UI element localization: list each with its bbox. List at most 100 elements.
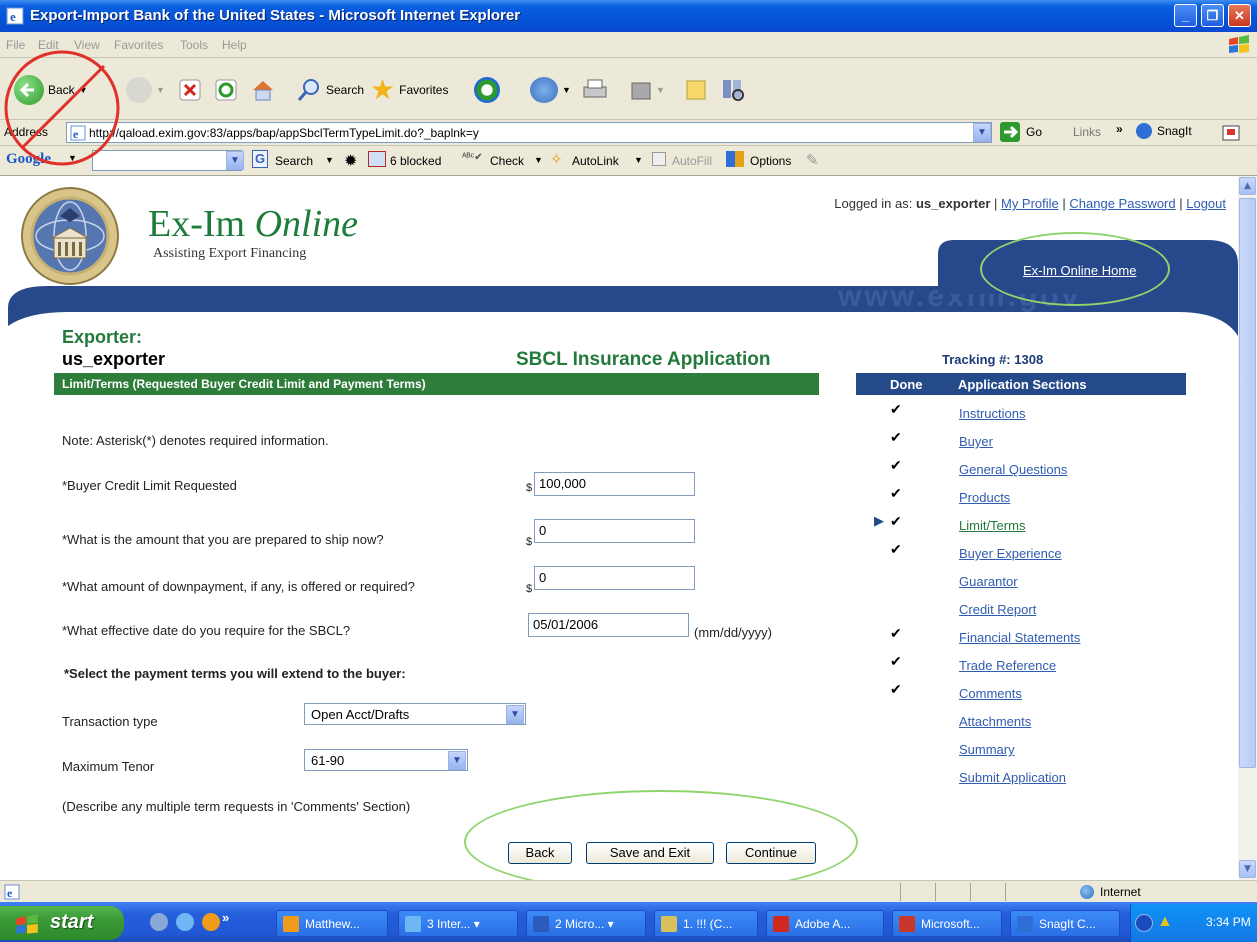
section-row: ✔ Financial Statements [858, 623, 1188, 651]
address-input[interactable]: http://qaload.exim.gov:83/apps/bap/appSb… [66, 122, 992, 143]
start-button[interactable]: start [0, 906, 124, 940]
news-icon[interactable]: ✹ [344, 151, 357, 171]
clock[interactable]: 3:34 PM [1206, 915, 1251, 929]
check-button[interactable]: Check [490, 154, 524, 168]
chevron-down-icon[interactable]: ▼ [448, 751, 466, 770]
options-button[interactable]: Options [750, 154, 791, 168]
taskbar-item[interactable]: 2 Micro... ▾ [526, 910, 646, 937]
chevron-right-icon[interactable]: » [222, 910, 229, 925]
max-tenor-select[interactable]: 61-90 ▼ [304, 749, 468, 771]
menu-help[interactable]: Help [222, 38, 247, 52]
currency-symbol: $ [526, 536, 533, 548]
logout-link[interactable]: Logout [1186, 196, 1226, 211]
section-link[interactable]: Submit Application [959, 770, 1066, 785]
section-link[interactable]: Guarantor [959, 574, 1018, 589]
vertical-scrollbar[interactable]: ▲ ▼ [1238, 176, 1257, 880]
home-button[interactable] [250, 76, 276, 104]
edit-icon [631, 82, 651, 100]
section-link[interactable]: Instructions [959, 406, 1025, 421]
minimize-button[interactable]: _ [1174, 4, 1197, 27]
autolink-button[interactable]: AutoLink [572, 154, 619, 168]
star-icon: ★ [370, 74, 396, 105]
my-profile-link[interactable]: My Profile [1001, 196, 1059, 211]
quick-launch-icon[interactable] [202, 913, 220, 931]
task-label: Adobe A... [795, 917, 851, 931]
svg-text:e: e [7, 886, 13, 900]
transaction-type-label: Transaction type [62, 714, 158, 729]
history-button[interactable] [474, 76, 500, 104]
google-search-button[interactable]: Search [275, 154, 313, 168]
task-label: 3 Inter... [427, 917, 471, 931]
section-row: Submit Application [858, 763, 1188, 791]
chevron-down-icon[interactable]: ▼ [534, 155, 543, 165]
mail-button[interactable]: ▼ [530, 76, 571, 104]
taskbar-item[interactable]: Adobe A... [766, 910, 884, 937]
chevron-down-icon[interactable]: ▼ [325, 155, 334, 165]
forward-button[interactable]: ▼ [126, 76, 165, 104]
alert-icon[interactable]: ▲ [1157, 913, 1173, 931]
notes-button[interactable] [684, 76, 708, 104]
change-password-link[interactable]: Change Password [1069, 196, 1175, 211]
multiple-terms-note: (Describe any multiple term requests in … [62, 799, 411, 814]
scroll-down-arrow[interactable]: ▼ [1239, 860, 1256, 878]
address-dropdown[interactable]: ▼ [973, 123, 991, 142]
section-link[interactable]: Buyer Experience [959, 546, 1062, 561]
edit-button[interactable]: ▼ [630, 76, 665, 104]
chevron-down-icon[interactable]: ▼ [634, 155, 643, 165]
close-button[interactable]: ✕ [1228, 4, 1251, 27]
taskbar-item[interactable]: Microsoft... [892, 910, 1002, 937]
section-link[interactable]: General Questions [959, 462, 1067, 477]
taskbar-item[interactable]: 1. !!! (C... [654, 910, 758, 937]
highlighter-icon[interactable]: ✎ [806, 151, 819, 169]
ie-icon [405, 916, 421, 932]
taskbar-item[interactable]: Matthew... [276, 910, 388, 937]
section-row: ✔ General Questions [858, 455, 1188, 483]
links-label[interactable]: Links [1073, 125, 1101, 139]
required-note: Note: Asterisk(*) denotes required infor… [62, 433, 329, 448]
ie-icon[interactable] [176, 913, 194, 931]
popup-blocked-count[interactable]: 6 blocked [390, 154, 441, 168]
effective-date-input[interactable]: 05/01/2006 [528, 613, 689, 637]
downpayment-input[interactable]: 0 [534, 566, 695, 590]
transaction-type-select[interactable]: Open Acct/Drafts ▼ [304, 703, 526, 725]
section-link[interactable]: Credit Report [959, 602, 1036, 617]
autofill-button[interactable]: AutoFill [672, 154, 712, 168]
research-button[interactable] [720, 76, 746, 104]
taskbar-item[interactable]: SnagIt C... [1010, 910, 1120, 937]
application-sections-header: Application Sections [958, 377, 1087, 392]
word-icon [533, 916, 549, 932]
section-link[interactable]: Products [959, 490, 1010, 505]
tray-expand-icon[interactable] [1135, 914, 1153, 932]
ship-now-input[interactable]: 0 [534, 519, 695, 543]
section-row: Attachments [858, 707, 1188, 735]
section-link[interactable]: Limit/Terms [959, 518, 1025, 533]
menu-tools[interactable]: Tools [180, 38, 208, 52]
refresh-button[interactable] [214, 76, 238, 104]
search-button[interactable]: Search [296, 76, 364, 104]
section-link[interactable]: Comments [959, 686, 1022, 701]
go-button[interactable]: Go [1000, 122, 1042, 142]
quick-launch-icon[interactable] [150, 913, 168, 931]
scroll-up-arrow[interactable]: ▲ [1239, 177, 1256, 195]
google-search-dropdown[interactable]: ▼ [226, 151, 244, 170]
section-link[interactable]: Attachments [959, 714, 1031, 729]
print-button[interactable] [580, 76, 610, 104]
buyer-credit-input[interactable]: 100,000 [534, 472, 695, 496]
section-link[interactable]: Summary [959, 742, 1015, 757]
scroll-thumb[interactable] [1239, 198, 1256, 768]
capture-icon[interactable] [1222, 124, 1240, 142]
section-link[interactable]: Trade Reference [959, 658, 1056, 673]
restore-button[interactable]: ❐ [1201, 4, 1224, 27]
favorites-button[interactable]: ★ Favorites [370, 76, 448, 104]
url-text: http://qaload.exim.gov:83/apps/bap/appSb… [89, 126, 479, 140]
taskbar-item[interactable]: 3 Inter... ▾ [398, 910, 518, 937]
section-title-bar: Limit/Terms (Requested Buyer Credit Limi… [54, 373, 819, 395]
chevron-right-icon[interactable]: » [1116, 122, 1123, 136]
chevron-down-icon[interactable]: ▼ [506, 705, 524, 724]
stop-button[interactable] [178, 76, 202, 104]
section-link[interactable]: Buyer [959, 434, 993, 449]
snagit-button[interactable]: SnagIt [1136, 123, 1192, 139]
section-link[interactable]: Financial Statements [959, 630, 1080, 645]
check-icon: ✔ [890, 681, 902, 697]
section-row: ✔ Instructions [858, 399, 1188, 427]
